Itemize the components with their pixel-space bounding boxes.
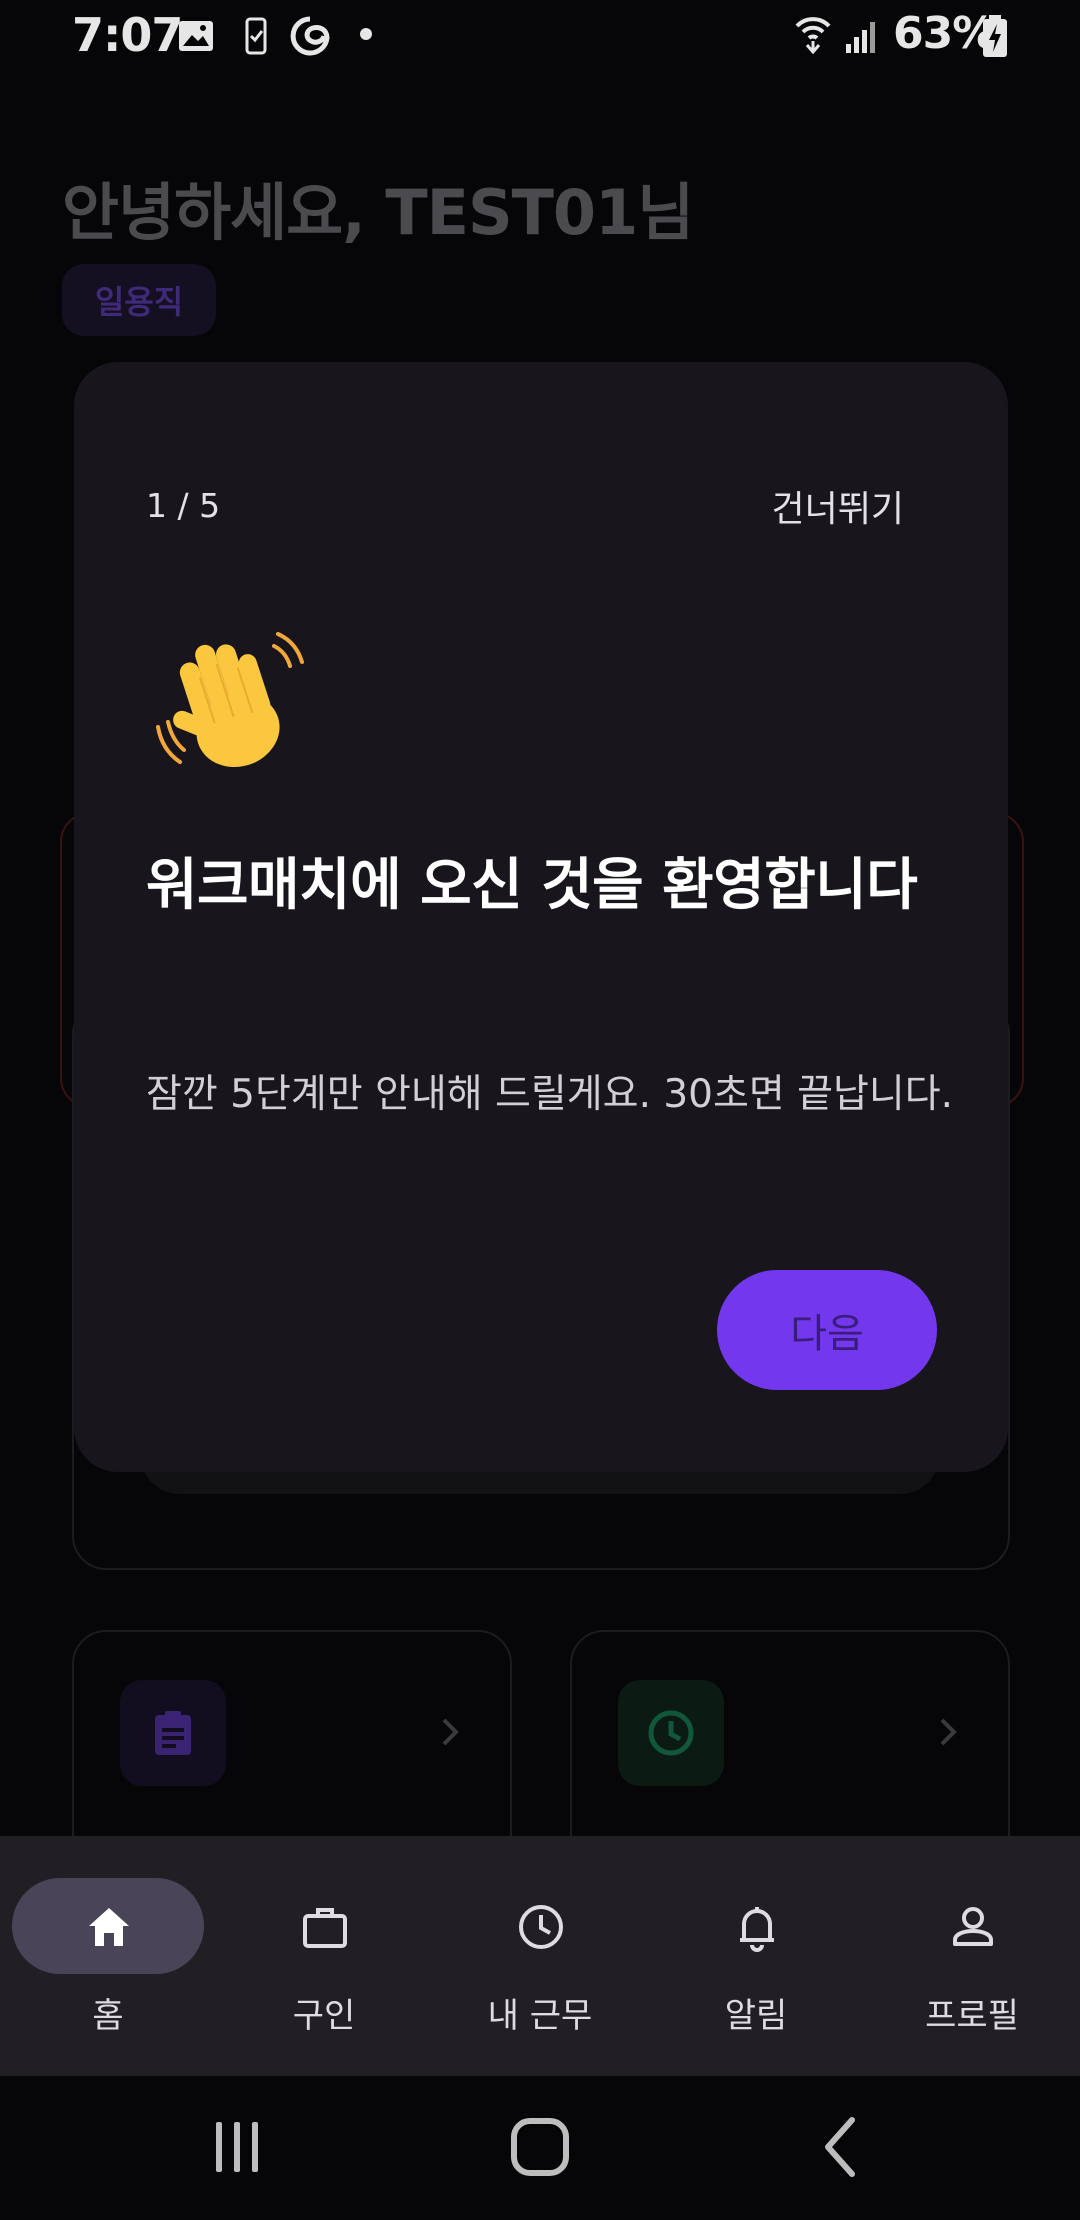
battery-charging-icon xyxy=(983,15,1007,57)
edge-icon xyxy=(290,16,330,56)
bottom-navigation: 홈 구인 내 근무 알림 프로필 xyxy=(0,1836,1080,2076)
system-navigation-bar xyxy=(0,2076,1080,2220)
onboarding-modal: 1 / 5 건너뛰기 워크매치에 오신 것을 환영합니다 잠깐 5단계만 안내해… xyxy=(74,362,1008,1472)
modal-title: 워크매치에 오신 것을 환영합니다 xyxy=(146,853,918,918)
chevron-right-icon xyxy=(442,1718,459,1746)
battery-percent: 63% xyxy=(893,8,996,59)
modal-description: 잠깐 5단계만 안내해 드릴게요. 30초면 끝납니다. xyxy=(146,1072,954,1117)
nav-item-my-work[interactable]: 내 근무 xyxy=(432,1836,648,2076)
waving-hand-icon xyxy=(156,632,304,768)
greeting-title: 안녕하세요, TEST01님 xyxy=(62,176,694,249)
clock-icon xyxy=(519,1905,563,1949)
nav-label: 구인 xyxy=(292,1996,356,2036)
home-icon xyxy=(89,1908,129,1946)
home-button-icon[interactable] xyxy=(507,2114,573,2180)
status-bar: 7:07 63% xyxy=(0,0,1080,72)
nav-label: 홈 xyxy=(92,1996,124,2036)
nav-item-profile[interactable]: 프로필 xyxy=(864,1836,1080,2076)
phone-check-icon xyxy=(245,17,267,55)
nav-item-alerts[interactable]: 알림 xyxy=(648,1836,864,2076)
gallery-icon xyxy=(179,21,213,51)
bell-icon xyxy=(740,1907,774,1952)
nav-item-jobs[interactable]: 구인 xyxy=(216,1836,432,2076)
skip-button[interactable]: 건너뛰기 xyxy=(772,480,904,532)
status-time: 7:07 xyxy=(72,8,183,62)
briefcase-icon xyxy=(303,1908,347,1948)
back-icon[interactable] xyxy=(808,2114,874,2180)
person-icon xyxy=(953,1907,993,1946)
clipboard-icon xyxy=(120,1680,226,1786)
chevron-right-icon xyxy=(940,1718,957,1746)
step-indicator: 1 / 5 xyxy=(146,486,221,525)
screen: 7:07 63% 안녕하세요, TEST01님 일용직 1 / 5 건너뛰기 워… xyxy=(0,0,1080,2220)
nav-label: 내 근무 xyxy=(487,1996,593,2036)
nav-item-home[interactable]: 홈 xyxy=(0,1836,216,2076)
clock-icon xyxy=(618,1680,724,1786)
nav-label: 알림 xyxy=(724,1996,788,2036)
role-chip: 일용직 xyxy=(62,264,216,336)
notification-dot xyxy=(360,28,372,40)
recent-apps-icon[interactable] xyxy=(204,2114,270,2180)
wifi-icon xyxy=(795,17,831,55)
next-button[interactable]: 다음 xyxy=(717,1270,937,1390)
nav-label: 프로필 xyxy=(925,1996,1019,2036)
signal-icon xyxy=(846,22,875,53)
